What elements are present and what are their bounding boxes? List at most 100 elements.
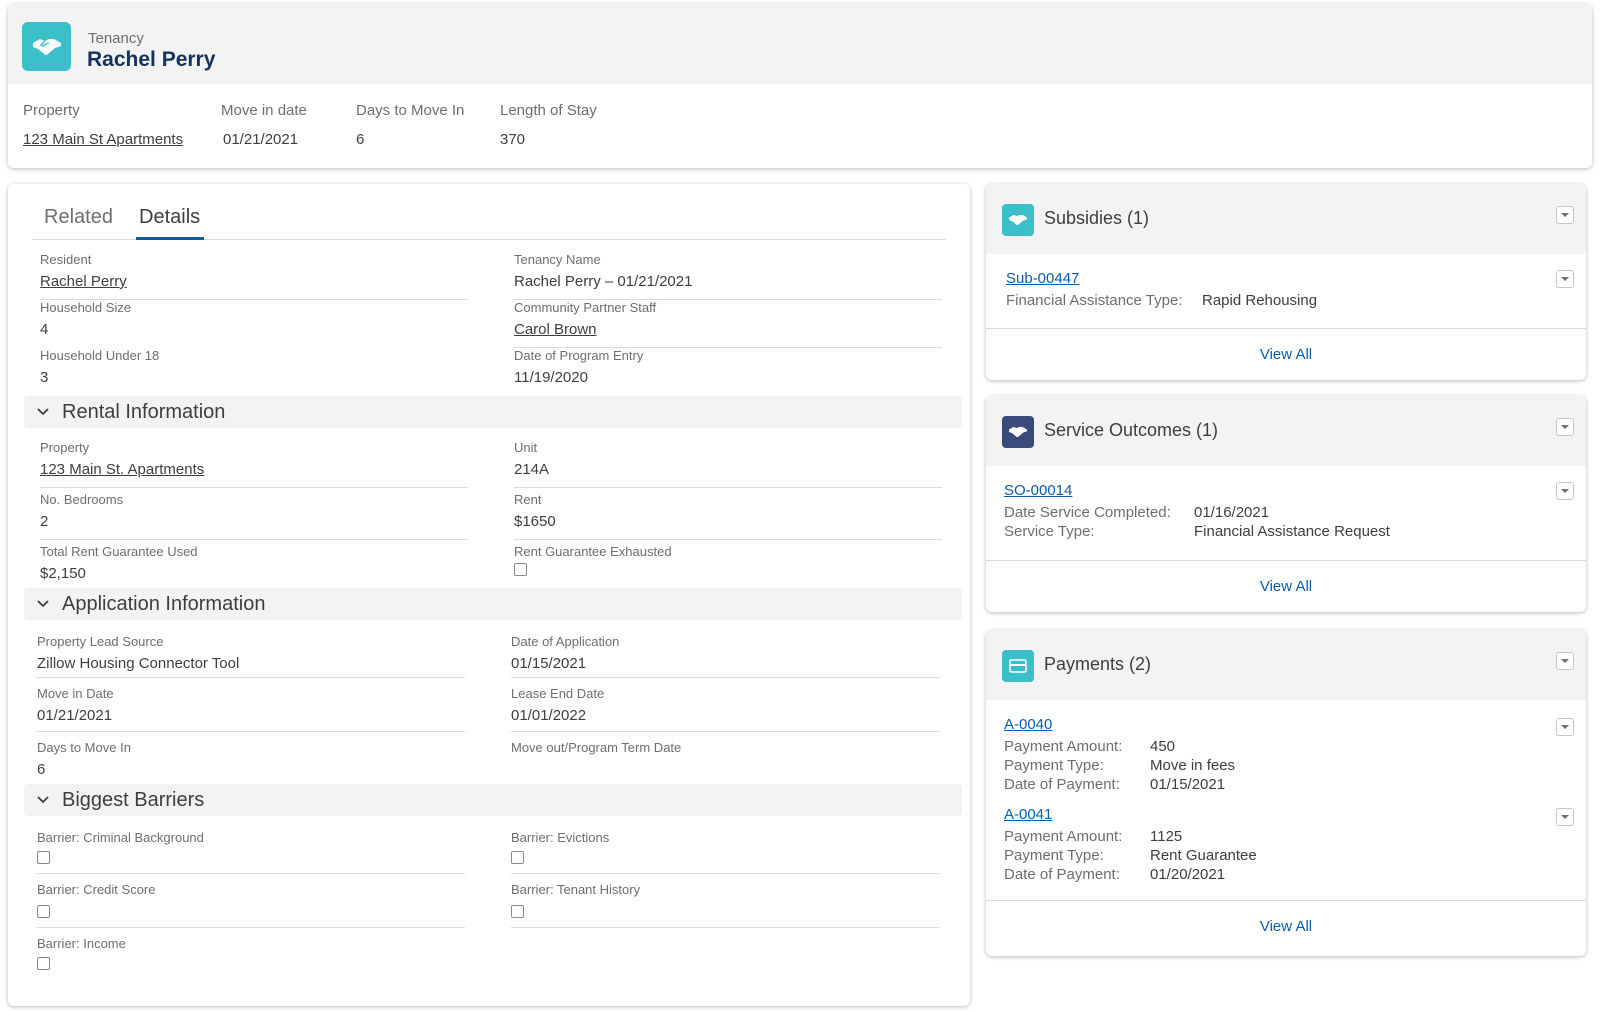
section-application-information[interactable]: Application Information	[24, 588, 962, 620]
subsidies-title: Subsidies (1)	[1044, 208, 1150, 228]
property-link[interactable]: 123 Main St Apartments	[23, 131, 183, 148]
payments-menu-button[interactable]	[1556, 652, 1574, 670]
payment-row-menu-button[interactable]	[1556, 718, 1574, 736]
field-value: 6	[37, 761, 46, 778]
field-label: Payment Type:	[1004, 757, 1104, 774]
guarantee-exhausted-checkbox[interactable]	[514, 563, 527, 576]
chevron-down-icon	[1561, 425, 1569, 429]
service-outcome-field: Date Service Completed: 01/16/2021	[1004, 503, 1390, 522]
service-outcomes-title: Service Outcomes (1)	[1044, 420, 1219, 440]
field-value: 01/21/2021	[37, 707, 113, 724]
subsidy-record-field: Financial Assistance Type: Rapid Rehousi…	[1006, 291, 1317, 310]
highlight-value: 01/21/2021	[223, 131, 299, 148]
active-tab-indicator	[136, 237, 204, 240]
field-value: 3	[40, 369, 49, 386]
service-outcome-record-link[interactable]: SO-00014	[1004, 482, 1390, 499]
field-label: Move in Date	[37, 686, 114, 701]
field-label: Date of Payment:	[1004, 866, 1120, 883]
barrier-tenant-history-checkbox[interactable]	[511, 905, 524, 918]
subsidy-record-link[interactable]: Sub-00447	[1006, 270, 1317, 287]
highlight-label: Move in date	[221, 102, 307, 119]
field-value	[511, 761, 939, 779]
field-label: Barrier: Evictions	[511, 830, 610, 845]
payments-card: Payments (2) A-0040 Payment Amount: 450 …	[986, 630, 1586, 956]
barrier-criminal-checkbox[interactable]	[37, 851, 50, 864]
barrier-evictions-checkbox[interactable]	[511, 851, 524, 864]
rental-property-link[interactable]: 123 Main St. Apartments	[40, 461, 468, 479]
field-label: Property	[40, 440, 90, 455]
handshake-icon	[1002, 204, 1034, 236]
field-partner-staff: Community Partner Staff Carol Brown	[514, 300, 942, 348]
field-label: Date of Application	[511, 634, 620, 649]
payment-card-icon	[1002, 650, 1034, 682]
field-label: No. Bedrooms	[40, 492, 124, 507]
subsidies-card: Subsidies (1) Sub-00447 Financial Assist…	[986, 184, 1586, 380]
field-household-under-18: Household Under 18 3	[40, 348, 468, 388]
field-barrier-criminal: Barrier: Criminal Background	[37, 830, 465, 874]
payments-title: Payments (2)	[1044, 654, 1152, 674]
field-rent: Rent $1650	[514, 492, 942, 540]
highlight-value: 370	[500, 131, 526, 148]
field-label: Household Size	[40, 300, 132, 315]
barrier-income-checkbox[interactable]	[37, 957, 50, 970]
field-label: Barrier: Tenant History	[511, 882, 641, 897]
subsidy-row-menu-button[interactable]	[1556, 270, 1574, 288]
field-value: 214A	[514, 461, 550, 478]
field-bedrooms: No. Bedrooms 2	[40, 492, 468, 540]
field-barrier-income: Barrier: Income	[37, 936, 465, 980]
payment-row-menu-button[interactable]	[1556, 808, 1574, 826]
field-value: 1125	[1150, 828, 1183, 845]
field-label: Date of Payment:	[1004, 776, 1120, 793]
highlight-property: Property 123 Main St Apartments	[23, 102, 183, 148]
tab-details[interactable]: Details	[139, 206, 200, 229]
field-rental-property: Property 123 Main St. Apartments	[40, 440, 468, 488]
chevron-down-icon	[37, 408, 49, 416]
field-days-to-move-in: Days to Move In 6	[37, 740, 465, 784]
subsidies-menu-button[interactable]	[1556, 206, 1574, 224]
chevron-down-icon	[37, 796, 49, 804]
payments-view-all[interactable]: View All	[986, 918, 1586, 935]
field-move-in-date: Move in Date 01/21/2021	[37, 686, 465, 732]
subsidies-view-all[interactable]: View All	[986, 346, 1586, 363]
barrier-credit-checkbox[interactable]	[37, 905, 50, 918]
field-resident: Resident Rachel Perry	[40, 252, 468, 300]
record-header: Tenancy Rachel Perry Property 123 Main S…	[8, 4, 1592, 168]
highlight-label: Length of Stay	[500, 102, 597, 119]
service-outcomes-view-all[interactable]: View All	[986, 578, 1586, 595]
highlight-label: Property	[23, 102, 80, 119]
field-label: Rent Guarantee Exhausted	[514, 544, 672, 559]
resident-link[interactable]: Rachel Perry	[40, 273, 468, 291]
handshake-icon	[22, 22, 71, 71]
field-unit: Unit 214A	[514, 440, 942, 488]
record-header-top: Tenancy Rachel Perry	[8, 4, 1592, 84]
handshake-icon	[1002, 416, 1034, 448]
chevron-down-icon	[1561, 277, 1569, 281]
field-label: Date Service Completed:	[1004, 504, 1171, 521]
service-outcome-field: Service Type: Financial Assistance Reque…	[1004, 522, 1390, 541]
field-label: Resident	[40, 252, 92, 267]
field-label: Barrier: Criminal Background	[37, 830, 204, 845]
payment-record-link[interactable]: A-0040	[1004, 716, 1235, 733]
tab-related[interactable]: Related	[44, 206, 113, 229]
field-value: $2,150	[40, 565, 86, 582]
field-value: 01/20/2021	[1150, 866, 1226, 883]
field-value: 2	[40, 513, 49, 530]
field-move-out-date: Move out/Program Term Date	[511, 740, 939, 784]
field-label: Lease End Date	[511, 686, 605, 701]
field-value: 01/15/2021	[511, 655, 587, 672]
field-value: 4	[40, 321, 49, 338]
field-value: Rent Guarantee	[1150, 847, 1257, 864]
chevron-down-icon	[37, 600, 49, 608]
section-rental-information[interactable]: Rental Information	[24, 396, 962, 428]
field-value: Financial Assistance Request	[1194, 523, 1390, 540]
section-title: Rental Information	[62, 400, 226, 423]
field-value: Zillow Housing Connector Tool	[37, 655, 240, 672]
service-outcome-row-menu-button[interactable]	[1556, 482, 1574, 500]
partner-staff-link[interactable]: Carol Brown	[514, 321, 942, 339]
field-barrier-evictions: Barrier: Evictions	[511, 830, 939, 874]
service-outcomes-menu-button[interactable]	[1556, 418, 1574, 436]
highlight-label: Days to Move In	[356, 102, 465, 119]
field-barrier-tenant-history: Barrier: Tenant History	[511, 882, 939, 928]
section-biggest-barriers[interactable]: Biggest Barriers	[24, 784, 962, 816]
payment-record-link[interactable]: A-0041	[1004, 806, 1257, 823]
